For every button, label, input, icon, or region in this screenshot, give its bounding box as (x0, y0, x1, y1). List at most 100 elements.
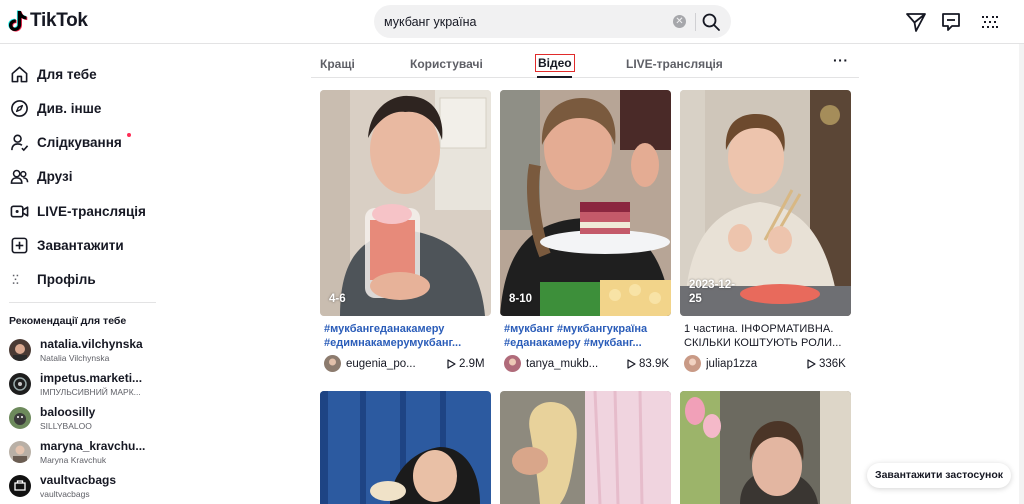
search-bar: ✕ (374, 5, 731, 38)
search-icon[interactable] (701, 12, 721, 32)
more-options-icon[interactable]: ··· (833, 52, 849, 68)
download-app-button[interactable]: Завантажити застосунок (867, 463, 1012, 488)
video-thumbnail[interactable] (500, 391, 671, 504)
nickname: ІМПУЛЬСИВНИЙ МАРК... (40, 387, 141, 397)
tab-live[interactable]: LIVE-трансляція (626, 57, 723, 71)
avatar (9, 339, 31, 361)
nav-label: Друзі (37, 168, 73, 184)
nickname: Maryna Kravchuk (40, 455, 107, 465)
video-thumbnail[interactable] (680, 391, 851, 504)
notification-dot (127, 133, 131, 137)
nav-upload[interactable]: Завантажити (10, 233, 124, 257)
tiktok-note-icon (8, 10, 28, 32)
description-line[interactable]: 1 частина. ІНФОРМАТИВНА. (684, 322, 852, 336)
avatar (9, 441, 31, 463)
nav-following[interactable]: Слідкування (10, 130, 131, 154)
more-apps-icon[interactable] (979, 11, 1001, 33)
video-description[interactable]: 1 частина. ІНФОРМАТИВНА. СКІЛЬКИ КОШТУЮТ… (684, 322, 852, 350)
description-line[interactable]: #мукбанг #мукбангукраїна (504, 322, 672, 336)
video-thumbnail[interactable]: 4-6 (320, 90, 491, 316)
recommended-account[interactable]: baloosilly SILLYBALOO (9, 405, 159, 433)
profile-icon (12, 274, 19, 284)
video-thumbnail[interactable] (320, 391, 491, 504)
video-meta: juliap1zza 336K (684, 355, 852, 373)
username: vaultvacbags (40, 473, 117, 487)
play-count-icon (627, 359, 636, 369)
nickname: SILLYBALOO (40, 421, 92, 431)
description-line[interactable]: #еданакамеру #мукбанг... (504, 336, 672, 350)
nav-explore[interactable]: Див. інше (10, 96, 101, 120)
recommended-account[interactable]: maryna_kravchu... Maryna Kravchuk (9, 439, 159, 467)
search-divider (695, 13, 696, 31)
author-avatar[interactable] (504, 355, 521, 372)
recommended-heading: Рекомендації для тебе (9, 315, 127, 327)
sidebar-divider (9, 302, 156, 303)
author-avatar[interactable] (684, 355, 701, 372)
compass-icon (11, 99, 28, 117)
recommended-account[interactable]: impetus.marketi... ІМПУЛЬСИВНИЙ МАРК... (9, 371, 159, 399)
avatar (9, 407, 31, 429)
home-icon (11, 66, 28, 82)
video-description[interactable]: #мукбанг #мукбангукраїна #еданакамеру #м… (504, 322, 672, 350)
nav-profile[interactable]: Профіль (10, 267, 96, 291)
video-date-badge: 8-10 (509, 293, 533, 305)
nav-live[interactable]: LIVE-трансляція (10, 199, 146, 223)
description-line[interactable]: #мукбангеданакамеру (324, 322, 492, 336)
recommended-account[interactable]: natalia.vilchynska Natalia Vilchynska (9, 337, 159, 365)
avatar (9, 475, 31, 497)
author-name[interactable]: tanya_mukb... (526, 358, 598, 370)
recommended-account[interactable]: vaultvacbags vaultvacbags (9, 473, 159, 501)
description-line[interactable]: СКІЛЬКИ КОШТУЮТЬ РОЛИ... (684, 336, 852, 350)
nav-label: Слідкування (37, 134, 122, 150)
live-icon (10, 204, 29, 218)
tiktok-logo[interactable]: TikTok (8, 10, 88, 32)
active-tab-indicator (537, 76, 572, 78)
video-thumbnail[interactable]: 8-10 (500, 90, 671, 316)
video-meta: tanya_mukb... 83.9K (504, 355, 672, 373)
nav-for-you[interactable]: Для тебе (10, 62, 97, 86)
nickname: vaultvacbags (40, 489, 90, 499)
following-icon (11, 133, 29, 151)
view-count: 336K (819, 358, 846, 370)
play-count-icon (447, 359, 456, 369)
author-avatar[interactable] (324, 355, 341, 372)
inbox-icon[interactable] (940, 11, 962, 33)
tab-videos[interactable]: Відео (535, 54, 575, 72)
scrollbar[interactable] (1019, 44, 1024, 504)
sidebar: Для тебе Див. інше Слідкування Друзі LIV… (0, 44, 165, 504)
video-thumbnail[interactable]: 2023-12- 25 (680, 90, 851, 316)
username: impetus.marketi... (40, 371, 143, 385)
nav-friends[interactable]: Друзі (10, 164, 72, 188)
nickname: Natalia Vilchynska (40, 353, 110, 363)
video-meta: eugenia_po... 2.9M (324, 355, 492, 373)
clear-icon[interactable]: ✕ (673, 15, 686, 28)
username: baloosilly (40, 405, 96, 419)
video-date-badge: 2023-12- 25 (689, 278, 735, 306)
username: maryna_kravchu... (40, 439, 146, 453)
avatar (9, 373, 31, 395)
top-bar: TikTok ✕ (0, 0, 1024, 44)
date-line: 25 (689, 293, 702, 305)
search-input[interactable] (384, 5, 669, 38)
upload-icon (11, 237, 28, 253)
nav-label: Див. інше (37, 100, 102, 116)
date-line: 2023-12- (689, 279, 736, 291)
username: natalia.vilchynska (40, 337, 143, 351)
play-count-icon (807, 359, 816, 369)
view-count: 83.9K (639, 358, 670, 370)
nav-label: LIVE-трансляція (37, 203, 146, 219)
friends-icon (10, 169, 29, 184)
video-description[interactable]: #мукбангеданакамеру #едимнакамерумукбанг… (324, 322, 492, 350)
brand-name: TikTok (30, 10, 88, 31)
description-line[interactable]: #едимнакамерумукбанг... (324, 336, 492, 350)
send-icon[interactable] (905, 11, 927, 33)
nav-label: Завантажити (37, 237, 124, 253)
search-tabs: Кращі Користувачі Відео LIVE-трансляція … (311, 44, 859, 78)
tab-top[interactable]: Кращі (320, 57, 355, 71)
author-name[interactable]: eugenia_po... (346, 358, 418, 370)
video-date-badge: 4-6 (329, 293, 346, 305)
tab-users[interactable]: Користувачі (410, 57, 483, 71)
view-count: 2.9M (459, 358, 485, 370)
author-name[interactable]: juliap1zza (706, 358, 778, 370)
nav-label: Для тебе (37, 66, 97, 82)
